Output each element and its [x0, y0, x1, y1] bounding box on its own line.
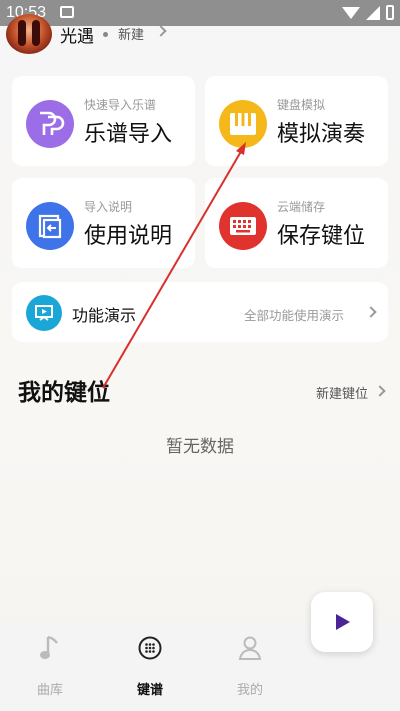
tab-label: 键谱 [136, 683, 163, 698]
chevron-right-icon [155, 25, 167, 37]
app-name[interactable]: 光遇 [60, 22, 94, 47]
card-subtitle: 键盘模拟 [277, 98, 326, 112]
card-instructions[interactable]: 导入说明 使用说明 [12, 178, 195, 268]
tab-label: 曲库 [36, 683, 63, 698]
tab-mine[interactable]: 我的 [200, 622, 300, 711]
empty-state-text: 暂无数据 [166, 437, 234, 457]
presentation-icon [26, 295, 62, 331]
card-simulate-play[interactable]: 键盘模拟 模拟演奏 [205, 76, 388, 166]
new-button[interactable]: 新建 [118, 24, 144, 43]
card-title: 保存键位 [277, 224, 366, 249]
new-key-button[interactable]: 新建键位 [316, 383, 368, 402]
card-save-keys[interactable]: 云端储存 保存键位 [205, 178, 388, 268]
keyboard-icon [219, 202, 267, 250]
keypad-icon [136, 634, 164, 662]
card-import-score[interactable]: 快速导入乐谱 乐谱导入 [12, 76, 195, 166]
card-subtitle: 快速导入乐谱 [84, 98, 157, 112]
play-icon [336, 614, 350, 630]
music-note-icon [36, 634, 64, 662]
instructions-icon [26, 202, 74, 250]
tab-label: 我的 [236, 683, 263, 698]
card-title: 使用说明 [84, 224, 173, 249]
my-keys-title: 我的键位 [18, 380, 110, 406]
feature-demo-title: 功能演示 [72, 306, 137, 325]
card-title: 模拟演奏 [277, 122, 366, 147]
card-subtitle: 导入说明 [84, 200, 133, 214]
feature-demo-row[interactable]: 功能演示 全部功能使用演示 [12, 282, 388, 342]
card-title: 乐谱导入 [84, 122, 173, 147]
play-button[interactable] [311, 592, 373, 652]
avatar[interactable] [6, 14, 52, 54]
piano-icon [219, 100, 267, 148]
chevron-right-icon [365, 306, 377, 318]
card-subtitle: 云端储存 [277, 200, 326, 214]
separator-dot [103, 32, 108, 37]
tab-keyscore[interactable]: 键谱 [100, 622, 200, 711]
chevron-right-icon [374, 385, 386, 397]
person-icon [236, 634, 264, 662]
header: 光遇 新建 [0, 14, 400, 54]
all-features-demo-link[interactable]: 全部功能使用演示 [244, 305, 344, 324]
tab-library[interactable]: 曲库 [0, 622, 100, 711]
import-score-icon [26, 100, 74, 148]
